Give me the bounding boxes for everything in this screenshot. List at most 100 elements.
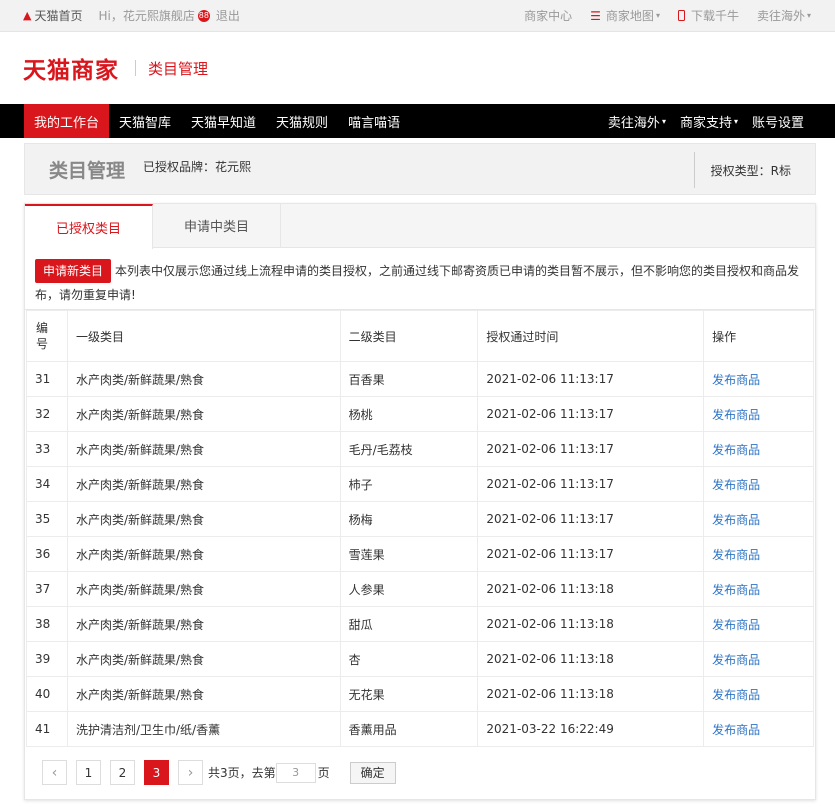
- nav-account-settings[interactable]: 账号设置: [745, 104, 811, 138]
- page-button-3[interactable]: 3: [144, 760, 169, 785]
- next-page-button[interactable]: ›: [178, 760, 203, 785]
- publish-product-link[interactable]: 发布商品: [712, 513, 760, 527]
- merchant-center-link[interactable]: 商家中心: [524, 7, 572, 24]
- publish-product-link[interactable]: 发布商品: [712, 723, 760, 737]
- cell-category-1: 水产肉类/新鲜蔬果/熟食: [66, 396, 341, 432]
- cell-action: 发布商品: [703, 676, 814, 712]
- authorization-type: 授权类型：R标: [693, 152, 815, 188]
- cell-category-2: 柿子: [339, 466, 479, 502]
- cell-category-1: 洗护清洁剂/卫生巾/纸/香薰: [66, 711, 341, 747]
- divider: [135, 60, 136, 76]
- category-panel: 已授权类目 申请中类目 申请新类目 本列表中仅展示您通过线上流程申请的类目授权，之…: [24, 203, 816, 800]
- apply-new-category-button[interactable]: 申请新类目: [35, 259, 112, 283]
- table-row: 31 水产肉类/新鲜蔬果/熟食 百香果 2021-02-06 11:13:17 发布商品: [26, 361, 814, 397]
- nav-my-workbench[interactable]: 我的工作台: [24, 104, 110, 138]
- nav-tmall-rules[interactable]: 天猫规则: [266, 104, 338, 138]
- authorized-brand: 已授权品牌：花元熙: [143, 159, 252, 174]
- col-header-approved-time: 授权通过时间: [477, 310, 705, 362]
- publish-product-link[interactable]: 发布商品: [712, 548, 760, 562]
- merchant-map-menu[interactable]: ☰ 商家地图 ▾: [590, 7, 660, 24]
- sell-abroad-menu[interactable]: 卖往海外 ▾: [757, 7, 811, 24]
- cell-category-2: 百香果: [339, 361, 479, 397]
- chevron-down-icon: ▾: [661, 116, 666, 126]
- col-header-action: 操作: [703, 310, 814, 362]
- cell-category-2: 毛丹/毛荔枝: [339, 431, 479, 467]
- cell-id: 40: [26, 676, 68, 712]
- nav-merchant-support[interactable]: 商家支持 ▾: [673, 104, 745, 138]
- cell-id: 41: [26, 711, 68, 747]
- table-row: 40 水产肉类/新鲜蔬果/熟食 无花果 2021-02-06 11:13:18 发布商品: [26, 676, 814, 712]
- page-button-1[interactable]: 1: [76, 760, 101, 785]
- goto-page-input[interactable]: [275, 762, 316, 783]
- cell-approved-time: 2021-02-06 11:13:17: [477, 536, 705, 572]
- chevron-right-icon: ›: [187, 764, 194, 781]
- table-row: 39 水产肉类/新鲜蔬果/熟食杏 2021-02-06 11:13:18 发布商品: [26, 641, 814, 677]
- col-header-id: 编号: [26, 310, 68, 362]
- cell-action: 发布商品: [703, 606, 814, 642]
- cell-action: 发布商品: [703, 396, 814, 432]
- cell-id: 37: [26, 571, 68, 607]
- tmall-home-link[interactable]: ▲ 天猫首页: [23, 7, 82, 24]
- prev-page-button[interactable]: ‹: [42, 760, 67, 785]
- publish-product-link[interactable]: 发布商品: [712, 688, 760, 702]
- cell-category-2: 杨桃: [339, 396, 479, 432]
- wangwang-icon[interactable]: 88: [197, 9, 210, 22]
- publish-product-link[interactable]: 发布商品: [712, 478, 760, 492]
- chevron-down-icon: ▾: [806, 11, 811, 20]
- col-header-category-2: 二级类目: [339, 310, 479, 362]
- cell-approved-time: 2021-02-06 11:13:18: [477, 571, 705, 607]
- cell-category-1: 水产肉类/新鲜蔬果/熟食: [66, 676, 341, 712]
- table-row: 33 水产肉类/新鲜蔬果/熟食 毛丹/毛荔枝 2021-02-06 11:13:17 发…: [26, 431, 814, 467]
- table-row: 37 水产肉类/新鲜蔬果/熟食 人参果 2021-02-06 11:13:18 发布商品: [26, 571, 814, 607]
- cell-action: 发布商品: [703, 361, 814, 397]
- page-title-box: 类目管理 已授权品牌：花元熙 授权类型：R标: [24, 143, 816, 195]
- confirm-page-button[interactable]: 确定: [349, 761, 396, 784]
- cell-approved-time: 2021-02-06 11:13:17: [477, 501, 705, 537]
- cell-category-1: 水产肉类/新鲜蔬果/熟食: [66, 431, 341, 467]
- greeting: Hi，花元熙旗舰店 88 退出: [98, 7, 240, 24]
- tab-bar: 已授权类目 申请中类目: [25, 204, 815, 249]
- chevron-down-icon: ▾: [733, 116, 738, 126]
- cell-id: 36: [26, 536, 68, 572]
- cell-category-2: 杏: [339, 641, 479, 677]
- nav-sell-abroad[interactable]: 卖往海外 ▾: [601, 104, 673, 138]
- publish-product-link[interactable]: 发布商品: [712, 618, 760, 632]
- cell-action: 发布商品: [703, 431, 814, 467]
- notice: 申请新类目 本列表中仅展示您通过线上流程申请的类目授权，之前通过线下邮寄资质已申请…: [25, 248, 815, 310]
- cell-approved-time: 2021-02-06 11:13:18: [477, 676, 705, 712]
- publish-product-link[interactable]: 发布商品: [712, 653, 760, 667]
- total-pages-text: 共3页，去第: [208, 766, 276, 780]
- tmall-merchant-logo[interactable]: 天猫商家: [23, 51, 119, 85]
- main-nav: 我的工作台 天猫智库 天猫早知道 天猫规则 喵言喵语 卖往海外 ▾ 商家支持 ▾ 账…: [0, 104, 835, 138]
- top-bar: ▲ 天猫首页 Hi，花元熙旗舰店 88 退出 商家中心 ☰ 商家地图 ▾ 下载千牛…: [0, 0, 835, 32]
- cell-category-2: 杨梅: [339, 501, 479, 537]
- nav-tmall-think-tank[interactable]: 天猫智库: [109, 104, 181, 138]
- cell-id: 32: [26, 396, 68, 432]
- nav-miao-talk[interactable]: 喵言喵语: [338, 104, 410, 138]
- cell-category-1: 水产肉类/新鲜蔬果/熟食: [66, 536, 341, 572]
- table-row: 34 水产肉类/新鲜蔬果/熟食 柿子 2021-02-06 11:13:17 发布商品: [26, 466, 814, 502]
- chevron-left-icon: ‹: [51, 764, 58, 781]
- tab-authorized-categories[interactable]: 已授权类目: [25, 204, 153, 249]
- cell-approved-time: 2021-02-06 11:13:18: [477, 641, 705, 677]
- cell-id: 31: [26, 361, 68, 397]
- download-qianniu-link[interactable]: 下载千牛: [677, 7, 739, 24]
- nav-tmall-early-know[interactable]: 天猫早知道: [181, 104, 266, 138]
- page-button-2[interactable]: 2: [110, 760, 135, 785]
- logout-link[interactable]: 退出: [216, 7, 240, 24]
- cell-action: 发布商品: [703, 536, 814, 572]
- list-icon: ☰: [590, 8, 601, 23]
- publish-product-link[interactable]: 发布商品: [712, 583, 760, 597]
- table-row: 32 水产肉类/新鲜蔬果/熟食 杨桃 2021-02-06 11:13:17 发布商品: [26, 396, 814, 432]
- cell-approved-time: 2021-02-06 11:13:17: [477, 466, 705, 502]
- cell-id: 33: [26, 431, 68, 467]
- page-suffix: 页: [317, 766, 330, 780]
- cell-approved-time: 2021-02-06 11:13:17: [477, 396, 705, 432]
- tab-pending-categories[interactable]: 申请中类目: [153, 204, 281, 247]
- cell-approved-time: 2021-02-06 11:13:17: [477, 361, 705, 397]
- publish-product-link[interactable]: 发布商品: [712, 443, 760, 457]
- category-table: 编号 一级类目 二级类目 授权通过时间 操作 31 水产肉类/新鲜蔬果/熟食 百香果…: [26, 310, 814, 747]
- page-title: 类目管理: [49, 159, 126, 182]
- publish-product-link[interactable]: 发布商品: [712, 373, 760, 387]
- publish-product-link[interactable]: 发布商品: [712, 408, 760, 422]
